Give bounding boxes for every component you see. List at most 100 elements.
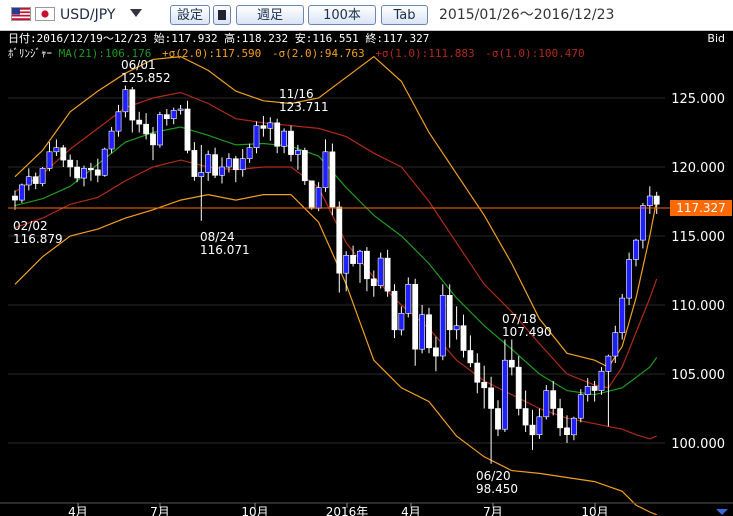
x-tick-label: 7月 bbox=[483, 505, 503, 516]
candle-body bbox=[550, 390, 557, 409]
annotation-1116: 11/16 123.711 bbox=[279, 87, 329, 114]
candle-body bbox=[94, 169, 101, 176]
band-p2-line bbox=[14, 55, 658, 368]
candle-body bbox=[564, 427, 570, 435]
annotation-0601: 06/01 125.852 bbox=[121, 58, 171, 85]
y-tick-label: 120.000 bbox=[671, 161, 725, 176]
y-tick-label: 105.000 bbox=[671, 368, 725, 383]
candle-body bbox=[32, 176, 39, 184]
settings-button[interactable]: 設定 bbox=[170, 5, 210, 25]
y-tick-label: 110.000 bbox=[671, 299, 725, 314]
candle-body bbox=[60, 147, 67, 161]
candle-body bbox=[191, 150, 198, 177]
info-line-2: ﾎﾞﾘﾝｼﾞｬｰ MA(21):106.176 +σ(2.0):117.590 … bbox=[8, 47, 585, 60]
annotation-value: 107.490 bbox=[502, 325, 552, 339]
candle-body bbox=[626, 259, 632, 299]
candle-body bbox=[288, 130, 294, 155]
annotation-value: 125.852 bbox=[121, 71, 171, 85]
annotation-0620: 06/20 98.450 bbox=[476, 469, 518, 496]
candle-body bbox=[260, 125, 267, 129]
candle-body bbox=[612, 332, 619, 357]
candle-body bbox=[529, 424, 536, 436]
annotation-0202: 02/02 116.879 bbox=[13, 219, 63, 246]
candle-body bbox=[301, 150, 308, 182]
annotation-date: 06/01 bbox=[121, 58, 156, 72]
candle-body bbox=[536, 416, 543, 435]
date-range-label: 2015/01/26〜2016/12/23 bbox=[439, 7, 615, 23]
x-tick-label: 2016年 bbox=[326, 505, 369, 516]
x-tick-label: 4月 bbox=[401, 505, 421, 516]
candle-body bbox=[74, 166, 80, 179]
chevron-down-icon[interactable] bbox=[130, 9, 142, 17]
candle-body bbox=[157, 114, 163, 146]
candle-body bbox=[226, 158, 232, 168]
candle-body bbox=[350, 255, 356, 264]
y-tick-label: 125.000 bbox=[671, 92, 725, 107]
candle-body bbox=[453, 325, 460, 331]
candle-body bbox=[605, 355, 612, 372]
annotation-0718: 07/18 107.490 bbox=[502, 312, 552, 339]
candle-body bbox=[239, 158, 246, 170]
candle-body bbox=[25, 176, 32, 186]
candle-body bbox=[219, 166, 225, 176]
bollinger-label: ﾎﾞﾘﾝｼﾞｬｰ bbox=[8, 47, 52, 60]
annotation-date: 11/16 bbox=[279, 87, 314, 101]
candle-body bbox=[163, 114, 170, 119]
tab-button[interactable]: Tab bbox=[381, 5, 428, 25]
x-tick-label: 4月 bbox=[68, 505, 88, 516]
candle-body bbox=[343, 255, 350, 274]
currency-pair-label[interactable]: USD/JPY bbox=[60, 5, 115, 25]
candlestick-chart[interactable]: 117.327 日付:2016/12/19〜12/23 始:117.932 高:… bbox=[0, 31, 733, 516]
band-m2-line bbox=[14, 193, 657, 516]
candle-body bbox=[432, 347, 439, 357]
candle-body bbox=[294, 150, 301, 155]
timeframe-icon[interactable] bbox=[213, 5, 231, 25]
x-tick-label: 7月 bbox=[150, 505, 170, 516]
annotation-date: 02/02 bbox=[13, 219, 48, 233]
candle-body bbox=[81, 168, 87, 179]
candle-body bbox=[246, 147, 253, 159]
bid-label: Bid bbox=[707, 32, 725, 45]
candle-body bbox=[481, 381, 488, 389]
bollinger-band-layer bbox=[14, 55, 658, 516]
candle-body bbox=[108, 130, 115, 150]
timeframe-button[interactable]: 週足 bbox=[236, 5, 304, 25]
candle-body bbox=[370, 278, 377, 287]
candle-body bbox=[653, 195, 660, 205]
candle-body bbox=[577, 394, 584, 419]
candle-body bbox=[129, 89, 136, 121]
x-axis-ticks: 4月 7月 10月 2016年 4月 7月 10月 bbox=[68, 503, 609, 516]
scroll-right-icon[interactable] bbox=[716, 509, 728, 515]
y-axis-ticks: 125.000 120.000 115.000 110.000 105.000 100.0… bbox=[671, 92, 725, 452]
candle-body bbox=[281, 130, 287, 147]
candle-body bbox=[439, 294, 446, 357]
candle-body bbox=[267, 122, 274, 129]
candle-body bbox=[501, 359, 508, 430]
annotation-date: 06/20 bbox=[476, 469, 511, 483]
candle-body bbox=[543, 390, 550, 418]
candle-body bbox=[412, 284, 419, 350]
candle-body bbox=[46, 151, 53, 169]
bar-count-button[interactable]: 100本 bbox=[308, 5, 376, 25]
band-m1-line bbox=[14, 159, 657, 440]
flag-icon bbox=[35, 7, 55, 21]
info-line-1: 日付:2016/12/19〜12/23 始:117.932 高:118.232 … bbox=[8, 31, 429, 45]
candle-body bbox=[467, 350, 474, 364]
candle-body bbox=[198, 172, 205, 177]
candle-body bbox=[150, 133, 156, 146]
candle-body bbox=[39, 168, 46, 184]
annotation-value: 123.711 bbox=[279, 100, 329, 114]
candle-body bbox=[136, 119, 143, 125]
candle-body bbox=[170, 110, 177, 120]
candle-body bbox=[405, 284, 412, 314]
candle-body bbox=[329, 151, 336, 208]
plus-sigma1-label: +σ(1.0):111.883 bbox=[375, 47, 474, 60]
candle-body bbox=[88, 168, 94, 171]
annotation-value: 116.071 bbox=[200, 243, 250, 257]
candle-body bbox=[639, 205, 646, 241]
candle-body bbox=[177, 108, 184, 111]
flag-icon bbox=[11, 7, 31, 21]
candle-body bbox=[53, 147, 60, 153]
candle-body bbox=[315, 187, 322, 209]
candle-body bbox=[205, 154, 212, 173]
